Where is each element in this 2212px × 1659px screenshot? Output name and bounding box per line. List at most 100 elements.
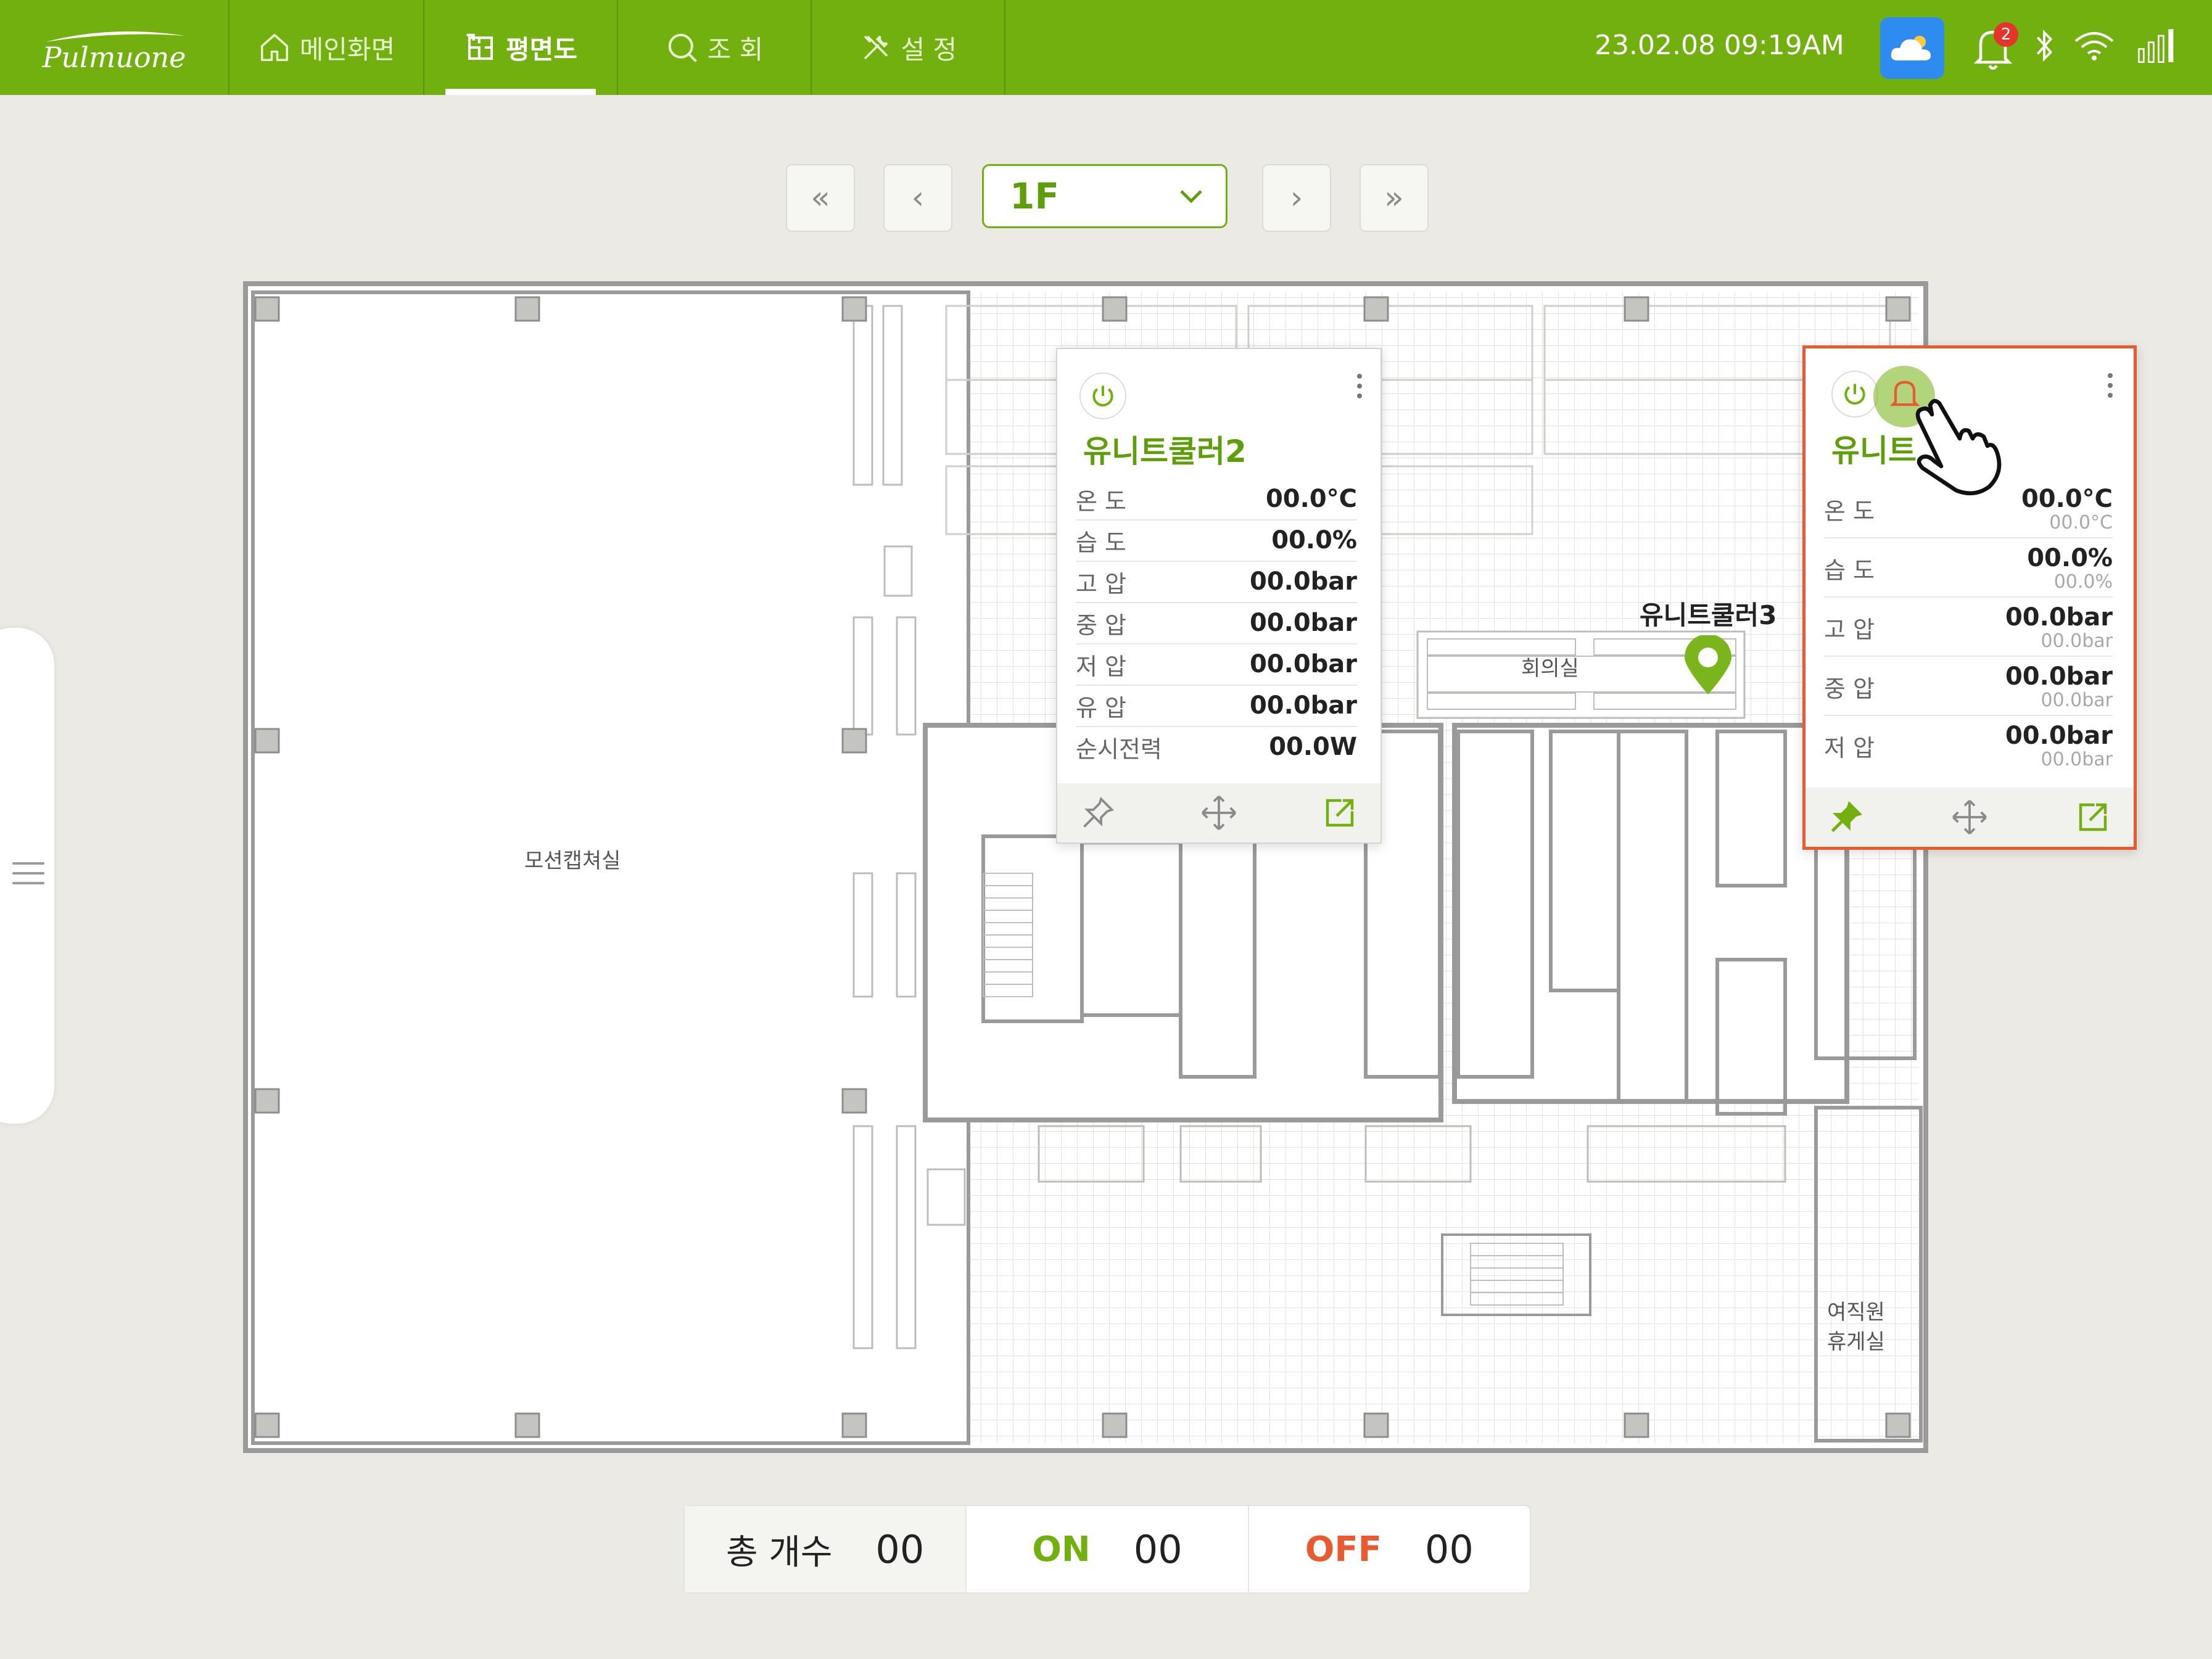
search-icon — [668, 33, 697, 62]
logo[interactable]: Pulmuone — [0, 0, 229, 95]
row-label: 저 압 — [1076, 652, 1126, 680]
floorplan-icon — [466, 33, 493, 60]
move-icon[interactable] — [1199, 793, 1239, 833]
more-menu-icon[interactable] — [1353, 374, 1366, 398]
row-value: 00.0bar — [1249, 650, 1357, 678]
row-value: 00.0bar — [1249, 567, 1357, 596]
status-summary: 총 개수 00 ON 00 OFF 00 — [683, 1505, 1531, 1594]
last-floor-button[interactable]: » — [1360, 164, 1429, 232]
row-low-pressure: 저 압 00.0bar 00.0bar — [1824, 717, 2113, 774]
row-label: 습 도 — [1824, 556, 1875, 584]
more-menu-icon[interactable] — [2104, 373, 2116, 398]
row-label: 습 도 — [1076, 529, 1126, 556]
row-value: 00.0bar — [2005, 722, 2113, 750]
power-button[interactable] — [1079, 373, 1126, 419]
hamburger-icon — [12, 862, 44, 892]
location-pin-icon[interactable] — [1682, 635, 1734, 697]
tab-settings-label: 설 정 — [901, 34, 957, 65]
row-label: 온 도 — [1824, 497, 1875, 525]
open-external-icon[interactable] — [1321, 794, 1358, 831]
row-low-pressure: 저 압 00.0bar — [1076, 644, 1357, 686]
summary-total-value: 00 — [875, 1526, 925, 1572]
row-subvalue: 00.0bar — [2041, 630, 2113, 652]
notification-badge: 2 — [1994, 22, 2018, 47]
next-floor-button[interactable]: › — [1262, 164, 1331, 232]
power-button[interactable] — [1831, 371, 1878, 418]
tab-settings[interactable]: 설 정 — [812, 0, 1005, 95]
row-oil-pressure: 유 압 00.0bar — [1076, 685, 1357, 727]
prev-floor-button[interactable]: ‹ — [883, 164, 952, 232]
pin-icon[interactable] — [1079, 794, 1116, 831]
tab-main-label: 메인화면 — [299, 34, 395, 65]
row-value: 00.0bar — [2005, 662, 2113, 691]
card-title: 유니트쿨러2 — [1083, 434, 1247, 469]
pin-filled-icon[interactable] — [1828, 799, 1865, 836]
summary-off-value: 00 — [1424, 1526, 1474, 1572]
row-label: 순시전력 — [1076, 735, 1162, 763]
tab-search-label: 조 회 — [707, 34, 764, 65]
row-subvalue: 00.0bar — [2041, 690, 2113, 711]
row-label: 저 압 — [1824, 734, 1875, 762]
row-value: 00.0% — [1271, 526, 1357, 554]
tab-main[interactable]: 메인화면 — [229, 0, 424, 95]
row-power: 순시전력 00.0W — [1076, 727, 1357, 767]
row-value: 00.0°C — [2021, 485, 2113, 513]
row-label: 중 압 — [1824, 675, 1875, 702]
row-subvalue: 00.0bar — [2041, 749, 2113, 770]
row-high-pressure: 고 압 00.0bar — [1076, 561, 1357, 603]
floor-select-value: 1F — [1010, 175, 1059, 217]
datetime: 23.02.08 09:19AM — [1595, 30, 1844, 61]
summary-on-value: 00 — [1133, 1526, 1182, 1572]
row-temperature: 온 도 00.0°C 00.0°C — [1824, 480, 2113, 538]
row-value: 00.0W — [1269, 733, 1357, 761]
row-mid-pressure: 중 압 00.0bar — [1076, 603, 1357, 644]
bluetooth-icon — [2036, 30, 2053, 62]
row-value: 00.0bar — [1249, 609, 1357, 637]
logo-swoosh — [46, 31, 185, 42]
cloud-icon — [1891, 36, 1931, 60]
row-label: 중 압 — [1076, 611, 1126, 639]
room-meeting: 회의실 — [1521, 656, 1579, 681]
row-mid-pressure: 중 압 00.0bar 00.0bar — [1824, 658, 2113, 716]
active-tab-indicator — [445, 89, 596, 95]
summary-on: ON 00 — [967, 1506, 1249, 1592]
side-drawer-handle[interactable] — [0, 628, 54, 1124]
card-footer — [1057, 783, 1380, 842]
weather-button[interactable] — [1880, 17, 1944, 79]
row-high-pressure: 고 압 00.0bar 00.0bar — [1824, 599, 2113, 657]
power-icon — [1092, 385, 1113, 407]
tab-floorplan-label: 평면도 — [506, 34, 577, 65]
summary-total-label: 총 개수 — [726, 1532, 833, 1573]
tools-icon — [864, 35, 888, 60]
move-icon[interactable] — [1950, 797, 1989, 837]
wifi-icon — [2074, 32, 2114, 60]
row-subvalue: 00.0% — [2053, 571, 2113, 593]
room-motion-capture: 모션캡쳐실 — [524, 849, 621, 873]
row-label: 고 압 — [1824, 615, 1875, 643]
summary-on-label: ON — [1032, 1529, 1091, 1570]
pin-label: 유니트쿨러3 — [1640, 600, 1777, 630]
top-bar: Pulmuone 메인화면 평면도 조 회 설 정 23.02.08 09:19… — [0, 0, 2212, 95]
tab-floorplan[interactable]: 평면도 — [424, 0, 618, 95]
row-value: 00.0°C — [1265, 485, 1357, 513]
open-external-icon[interactable] — [2074, 799, 2111, 836]
device-card-selected[interactable]: 유니트 온 도 00.0°C 00.0°C 습 도 00.0% 00.0% 고 압 … — [1802, 345, 2137, 850]
floor-select[interactable]: 1F — [982, 164, 1228, 228]
row-humidity: 습 도 00.0% — [1076, 520, 1357, 562]
chevron-down-icon — [1180, 190, 1202, 204]
row-temperature: 온 도 00.0°C — [1076, 479, 1357, 521]
home-icon — [260, 33, 288, 62]
row-label: 유 압 — [1076, 694, 1126, 722]
row-label: 고 압 — [1076, 570, 1126, 598]
card-footer — [1806, 788, 2134, 847]
power-icon — [1844, 384, 1865, 405]
signal-icon — [2138, 29, 2174, 63]
row-label: 온 도 — [1076, 487, 1126, 515]
room-lounge: 여직원 휴게실 — [1827, 1300, 1885, 1354]
tab-search[interactable]: 조 회 — [618, 0, 812, 95]
device-card-cooler2[interactable]: 유니트쿨러2 온 도 00.0°C 습 도 00.0% 고 압 00.0bar … — [1056, 348, 1382, 844]
row-humidity: 습 도 00.0% 00.0% — [1824, 540, 2113, 598]
row-subvalue: 00.0°C — [2049, 512, 2113, 533]
summary-off-label: OFF — [1305, 1529, 1382, 1570]
first-floor-button[interactable]: « — [786, 164, 855, 232]
